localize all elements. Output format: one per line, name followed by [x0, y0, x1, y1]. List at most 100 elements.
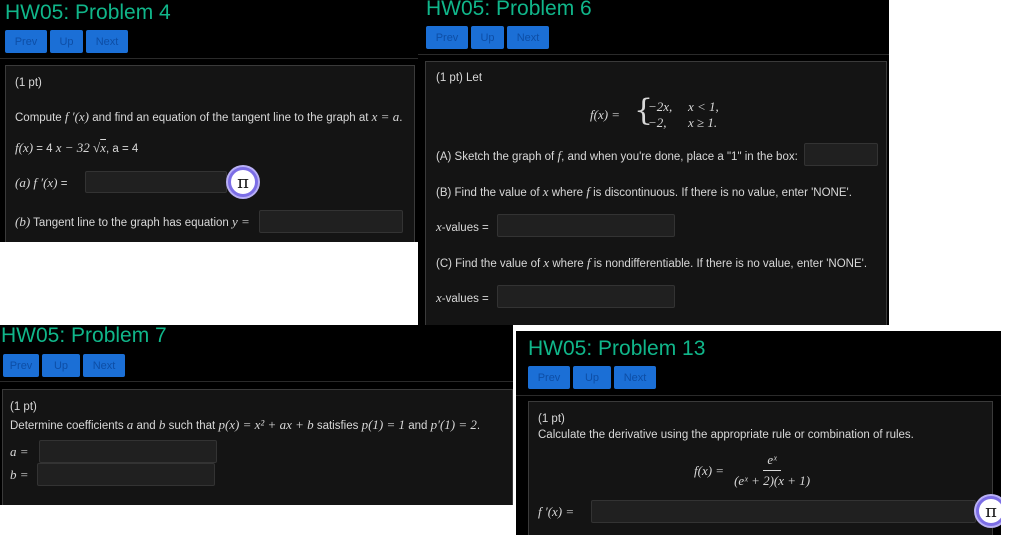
part-A-t1: (A) Sketch the graph of — [436, 151, 555, 163]
part-a-eq: = — [60, 178, 68, 190]
problem-13-title: HW05: Problem 13 — [528, 337, 706, 360]
part-b-answer-input[interactable] — [259, 210, 403, 233]
a-answer-input[interactable] — [39, 440, 217, 463]
case-1-condition: x < 1, — [688, 99, 719, 114]
problem-6-panel: HW05: Problem 6 Prev Up Next (1 pt) Let … — [418, 0, 889, 325]
up-button[interactable]: Up — [573, 366, 611, 389]
prompt-text: and find an equation of the tangent line… — [92, 112, 369, 124]
next-button[interactable]: Next — [83, 354, 125, 377]
problem-6-nav: Prev Up Next — [426, 26, 549, 49]
part-A-answer-input[interactable] — [804, 143, 878, 166]
problem-7-prompt: Determine coefficients a and b such that… — [10, 417, 480, 433]
next-button[interactable]: Next — [507, 26, 549, 49]
b-label: b = — [10, 467, 29, 482]
problem-6-title: HW05: Problem 6 — [426, 0, 592, 20]
part-B-answer-input[interactable] — [497, 214, 675, 237]
p7-poly: p(x) = x² + ax + b — [218, 417, 314, 432]
part-a-expr: f ′(x) — [33, 175, 58, 190]
prompt-math-xa: x = a — [371, 109, 400, 124]
problem-13-points: (1 pt) — [538, 413, 565, 425]
prompt-text: . — [399, 112, 403, 124]
part-C-t1: (C) Find the value of — [436, 258, 541, 270]
pi-icon[interactable]: π — [976, 496, 1001, 526]
problem-6-points: (1 pt) Let — [436, 72, 483, 84]
problem-4-function: f(x) = 4 x − 32 √x, a = 4 — [15, 140, 138, 156]
p13-denominator: (eˣ + 2)(x + 1) — [734, 473, 811, 488]
part-a-answer-input[interactable] — [85, 171, 227, 193]
problem-6-divider — [418, 54, 889, 55]
p13-fx: f(x) = — [694, 462, 725, 478]
problem-13-panel: HW05: Problem 13 Prev Up Next (1 pt) Cal… — [516, 331, 1001, 535]
problem-6-fx: f(x) = — [590, 107, 621, 122]
problem-13-divider — [516, 395, 1001, 396]
prev-button[interactable]: Prev — [5, 30, 47, 53]
func-part: x − 32 √ — [55, 140, 101, 155]
p13-fraction: eˣ (eˣ + 2)(x + 1) — [730, 452, 814, 489]
part-a-letter: (a) — [15, 175, 31, 190]
p7-and2: and — [408, 420, 428, 432]
part-B-t3: is discontinuous. If there is no value, … — [593, 187, 852, 199]
part-b-label: (b) Tangent line to the graph has equati… — [15, 214, 250, 230]
prev-button[interactable]: Prev — [528, 366, 570, 389]
next-button[interactable]: Next — [86, 30, 128, 53]
next-button[interactable]: Next — [614, 366, 656, 389]
p7-t1: Determine coefficients — [10, 420, 124, 432]
problem-13-prompt: Calculate the derivative using the appro… — [538, 429, 914, 441]
part-b-text: Tangent line to the graph has equation — [33, 217, 229, 229]
part-B-text: (B) Find the value of x where f is disco… — [436, 184, 852, 200]
part-b-y: y = — [232, 214, 250, 229]
problem-13-function: f(x) = eˣ (eˣ + 2)(x + 1) — [694, 452, 814, 489]
prompt-math-fprime: f ′(x) — [64, 109, 90, 124]
part-a-label: (a) f ′(x) = — [15, 175, 67, 191]
case-2-value: −2, — [648, 115, 667, 130]
p7-t2: such that — [168, 420, 216, 432]
case-2-condition: x ≥ 1. — [688, 115, 718, 130]
p7-cond2: p′(1) = 2 — [430, 417, 477, 432]
part-A-text: (A) Sketch the graph of f, and when you'… — [436, 148, 798, 164]
xvalues-text: -values = — [441, 222, 489, 234]
a-label: a = — [10, 444, 29, 459]
func-part: = 4 — [36, 143, 53, 155]
prev-button[interactable]: Prev — [426, 26, 468, 49]
problem-13-nav: Prev Up Next — [528, 366, 656, 389]
problem-4-nav: Prev Up Next — [5, 30, 128, 53]
p7-period: . — [476, 420, 481, 432]
p13-fprime-label: f ′(x) = — [538, 504, 575, 519]
p7-t3: satisfies — [316, 420, 359, 432]
p7-cond1: p(1) = 1 — [361, 417, 406, 432]
problem-7-points: (1 pt) — [10, 401, 37, 413]
problem-7-nav: Prev Up Next — [3, 354, 125, 377]
problem-7-title: HW05: Problem 7 — [1, 325, 167, 347]
problem-4-divider — [0, 58, 418, 59]
p7-and: and — [136, 420, 156, 432]
up-button[interactable]: Up — [42, 354, 80, 377]
part-A-t2: , and when you're done, place a "1" in t… — [561, 151, 798, 163]
p13-answer-input[interactable] — [591, 500, 976, 523]
p7-b: b — [158, 417, 166, 432]
up-button[interactable]: Up — [471, 26, 504, 49]
part-C-t3: is nondifferentiable. If there is no val… — [593, 258, 868, 270]
part-B-f: f — [586, 184, 590, 199]
b-answer-input[interactable] — [37, 463, 215, 486]
up-button[interactable]: Up — [50, 30, 83, 53]
part-B-t1: (B) Find the value of — [436, 187, 540, 199]
p13-numerator: eˣ — [763, 452, 781, 471]
prompt-text: Compute — [15, 112, 62, 124]
part-B-xvalues-label: x-values = — [436, 219, 489, 235]
prev-button[interactable]: Prev — [3, 354, 39, 377]
part-B-t2: where — [551, 187, 584, 199]
p7-a: a — [126, 417, 134, 432]
problem-4-points: (1 pt) — [15, 77, 42, 89]
part-C-xvalues-label: x-values = — [436, 290, 489, 306]
part-C-text: (C) Find the value of x where f is nondi… — [436, 255, 867, 271]
part-B-x: x — [542, 184, 549, 199]
problem-4-prompt: Compute f ′(x) and find an equation of t… — [15, 109, 402, 125]
func-part: , a = 4 — [105, 143, 139, 155]
problem-7-panel: HW05: Problem 7 Prev Up Next (1 pt) Dete… — [0, 325, 513, 505]
part-C-answer-input[interactable] — [497, 285, 675, 308]
part-C-f: f — [586, 255, 591, 270]
pi-icon[interactable]: π — [228, 167, 258, 197]
problem-4-title: HW05: Problem 4 — [5, 1, 171, 24]
part-C-x: x — [543, 255, 550, 270]
xvalues-text: -values = — [441, 293, 489, 305]
